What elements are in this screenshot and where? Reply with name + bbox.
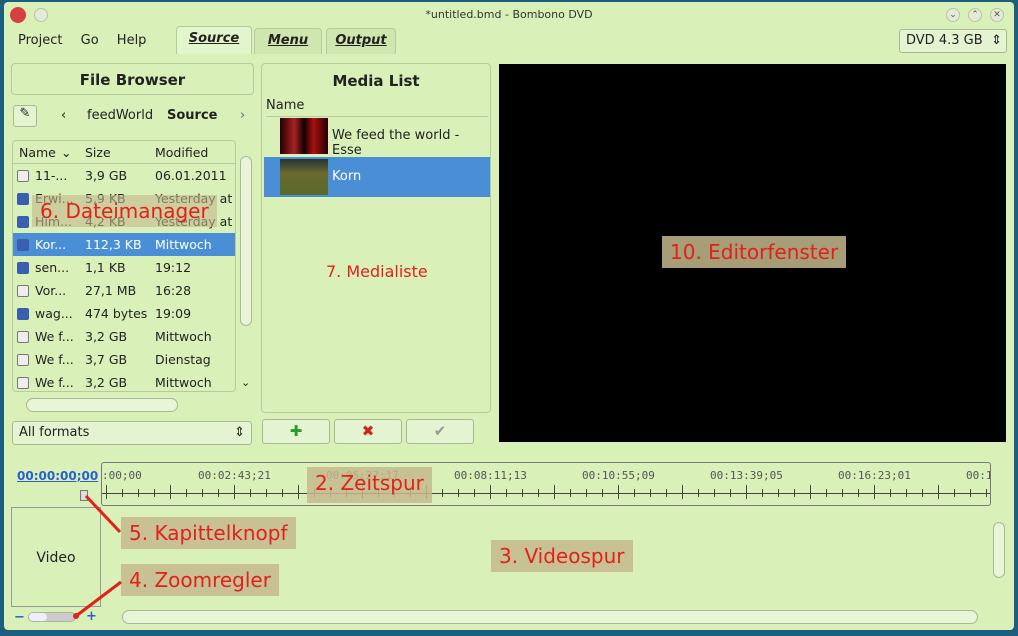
annotation-timeline: 2. Zeitspur: [307, 467, 432, 503]
main-window: *untitled.bmd - Bombono DVD ⌄ ⌃ ✕ Projec…: [4, 2, 1014, 630]
annotation-arrows: [73, 494, 122, 619]
